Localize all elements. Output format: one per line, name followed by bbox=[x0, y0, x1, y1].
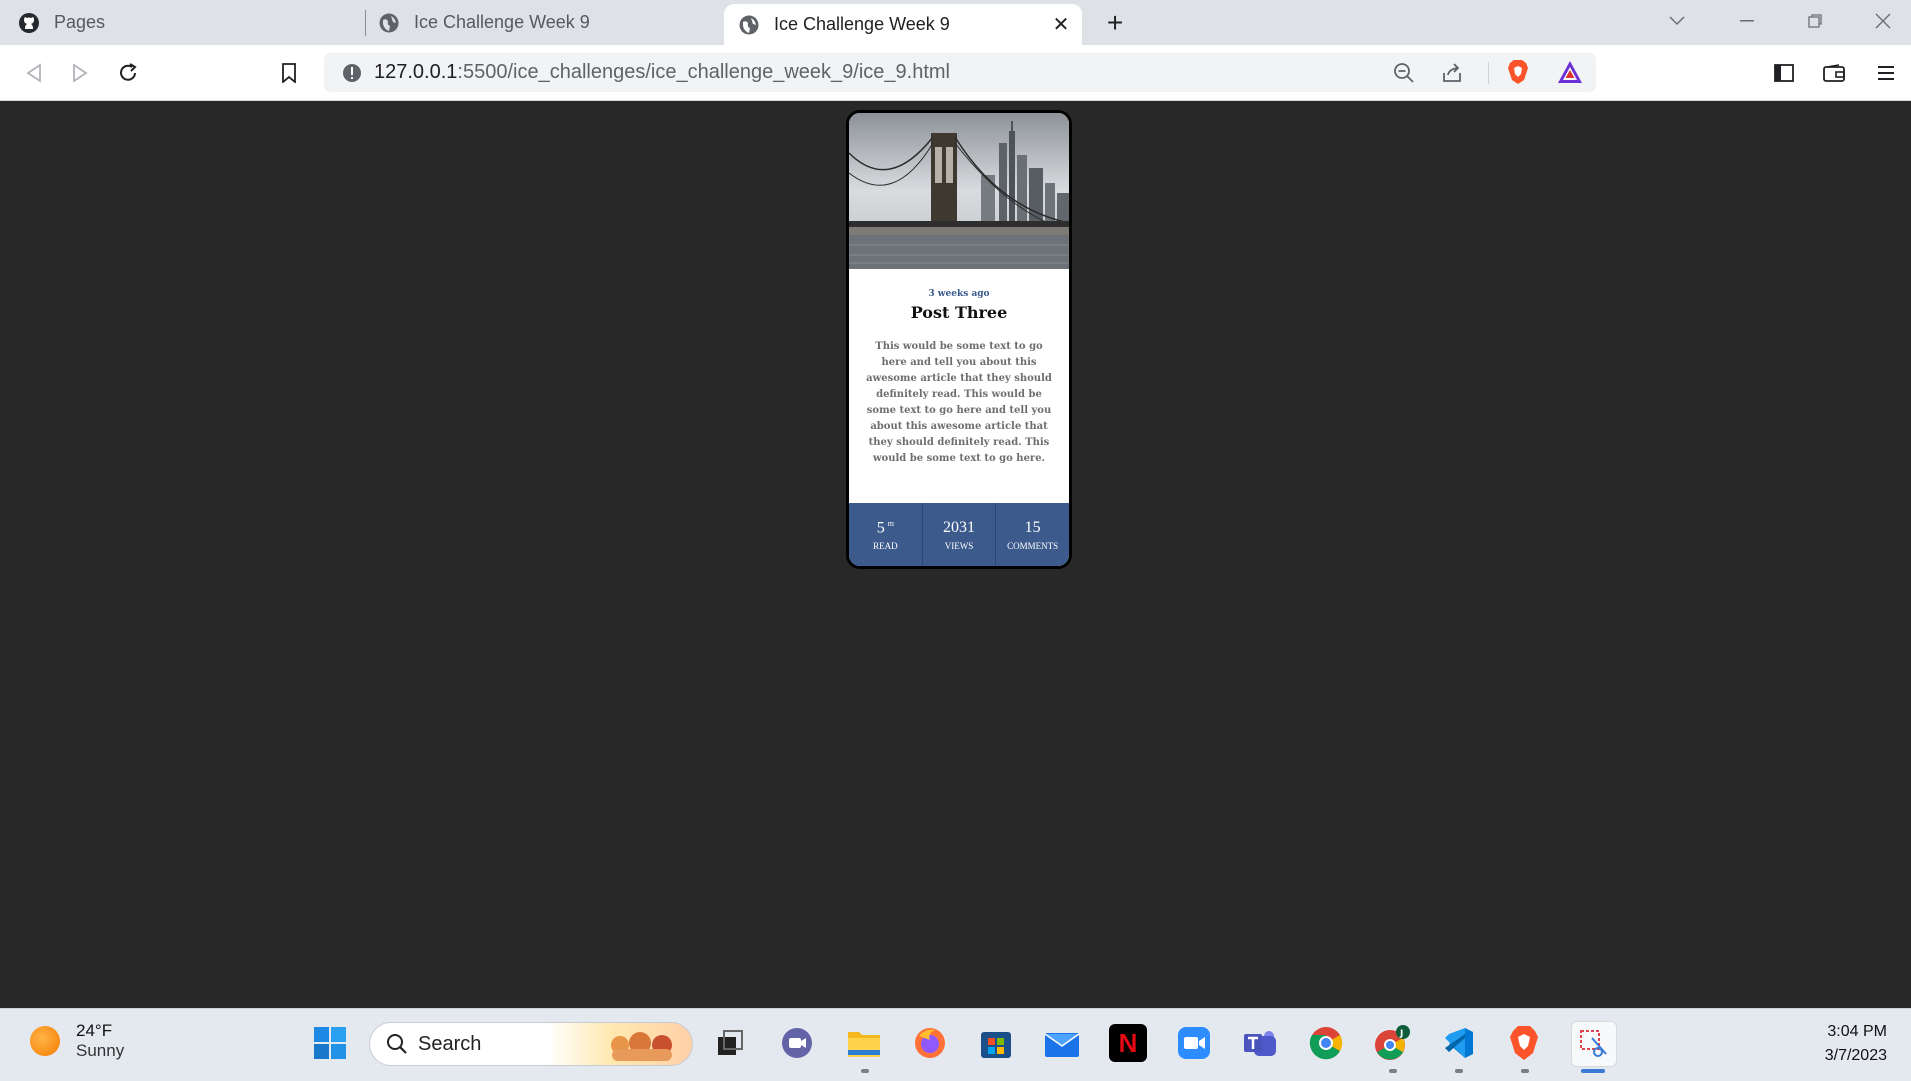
search-highlight-icon bbox=[606, 1027, 686, 1063]
firefox-icon[interactable] bbox=[911, 1024, 949, 1062]
back-icon[interactable] bbox=[18, 57, 50, 89]
bridge-photo bbox=[849, 113, 1069, 269]
post-description: This would be some text to go here and t… bbox=[866, 341, 1052, 464]
brave-icon[interactable] bbox=[1505, 1024, 1543, 1062]
github-icon bbox=[18, 12, 40, 34]
chrome-profile-icon[interactable]: J bbox=[1373, 1024, 1411, 1062]
tab-label: Ice Challenge Week 9 bbox=[774, 14, 950, 34]
stat-read: 5m READ bbox=[849, 503, 923, 566]
close-window-icon[interactable] bbox=[1866, 6, 1900, 36]
post-stats: 5m READ 2031 VIEWS 15 COMMENTS bbox=[849, 503, 1069, 566]
page-viewport: 3 weeks ago Post Three This would be som… bbox=[0, 101, 1911, 1008]
stat-value: 15 bbox=[1024, 519, 1041, 536]
running-indicator bbox=[861, 1069, 869, 1073]
tab-label: Pages bbox=[54, 12, 106, 32]
netflix-icon[interactable]: N bbox=[1109, 1024, 1147, 1062]
post-content: 3 weeks ago Post Three This would be som… bbox=[849, 269, 1069, 467]
bookmark-icon[interactable] bbox=[273, 57, 305, 89]
tab-search-chevron-icon[interactable] bbox=[1660, 6, 1694, 36]
share-icon[interactable] bbox=[1436, 57, 1468, 89]
system-clock[interactable]: 3:04 PM 3/7/2023 bbox=[1825, 1020, 1887, 1068]
address-bar[interactable]: 127.0.0.1:5500/ice_challenges/ice_challe… bbox=[324, 53, 1596, 92]
sun-icon bbox=[30, 1026, 60, 1056]
taskbar-search[interactable]: Search bbox=[369, 1022, 693, 1066]
ms-store-icon[interactable] bbox=[977, 1024, 1015, 1062]
url-text: 127.0.0.1:5500/ice_challenges/ice_challe… bbox=[374, 61, 950, 83]
tab-pages[interactable]: Pages bbox=[18, 0, 358, 45]
minimize-icon[interactable] bbox=[1730, 6, 1764, 36]
stat-views: 2031 VIEWS bbox=[923, 503, 997, 566]
menu-icon[interactable] bbox=[1870, 57, 1902, 89]
running-indicator bbox=[1455, 1069, 1463, 1073]
file-explorer-icon[interactable] bbox=[845, 1024, 883, 1062]
post-card: 3 weeks ago Post Three This would be som… bbox=[846, 110, 1072, 569]
stat-label: READ bbox=[873, 541, 898, 552]
weather-temp: 24°F bbox=[76, 1021, 113, 1040]
reload-icon[interactable] bbox=[112, 57, 144, 89]
globe-icon bbox=[378, 12, 400, 34]
windows-start-icon[interactable] bbox=[311, 1024, 349, 1062]
mail-icon[interactable] bbox=[1043, 1024, 1081, 1062]
teams-icon[interactable] bbox=[1241, 1024, 1279, 1062]
tab-divider bbox=[365, 10, 366, 36]
running-indicator bbox=[1521, 1069, 1529, 1073]
snipping-tool-icon[interactable] bbox=[1571, 1021, 1617, 1067]
running-indicator bbox=[1389, 1069, 1397, 1073]
task-view-icon[interactable] bbox=[711, 1024, 749, 1062]
chrome-icon[interactable] bbox=[1307, 1024, 1345, 1062]
svg-text:J: J bbox=[1399, 1029, 1403, 1039]
weather-widget[interactable]: 24°F Sunny bbox=[30, 1021, 124, 1061]
zoom-icon[interactable] bbox=[1388, 57, 1420, 89]
stat-value: 5m bbox=[876, 519, 894, 537]
brave-rewards-icon[interactable] bbox=[1554, 56, 1586, 88]
teams-chat-icon[interactable] bbox=[778, 1024, 816, 1062]
sidebar-icon[interactable] bbox=[1768, 57, 1800, 89]
weather-condition: Sunny bbox=[76, 1041, 125, 1060]
stat-label: COMMENTS bbox=[1007, 541, 1059, 551]
taskbar: 24°F Sunny Search N J 3:04 PM 3/7/2023 bbox=[0, 1008, 1911, 1081]
wallet-icon[interactable] bbox=[1818, 57, 1850, 89]
zoom-app-icon[interactable] bbox=[1175, 1024, 1213, 1062]
stat-comments: 15 COMMENTS bbox=[996, 503, 1069, 566]
new-tab-icon[interactable]: + bbox=[1100, 7, 1130, 38]
tab-label: Ice Challenge Week 9 bbox=[414, 12, 590, 32]
post-date: 3 weeks ago bbox=[928, 289, 990, 299]
stat-label: VIEWS bbox=[944, 541, 974, 551]
clock-time: 3:04 PM bbox=[1827, 1023, 1887, 1040]
close-tab-icon[interactable]: ✕ bbox=[1050, 13, 1072, 36]
post-title[interactable]: Post Three bbox=[849, 303, 1069, 322]
site-info-icon[interactable] bbox=[336, 57, 368, 89]
stat-value: 2031 bbox=[943, 519, 975, 536]
restore-icon[interactable] bbox=[1798, 6, 1832, 36]
active-indicator bbox=[1581, 1069, 1605, 1073]
forward-icon[interactable] bbox=[64, 57, 96, 89]
clock-date: 3/7/2023 bbox=[1824, 1047, 1887, 1064]
toolbar-divider bbox=[1488, 62, 1489, 84]
browser-toolbar: 127.0.0.1:5500/ice_challenges/ice_challe… bbox=[0, 45, 1911, 101]
vscode-icon[interactable] bbox=[1439, 1024, 1477, 1062]
tab-strip: Pages Ice Challenge Week 9 Ice Challenge… bbox=[0, 0, 1911, 45]
search-label: Search bbox=[418, 1032, 482, 1055]
tab-ice-challenge-1[interactable]: Ice Challenge Week 9 bbox=[378, 0, 718, 45]
tab-ice-challenge-active[interactable]: Ice Challenge Week 9 ✕ bbox=[724, 4, 1082, 45]
globe-icon bbox=[738, 14, 760, 36]
search-icon bbox=[386, 1033, 408, 1055]
brave-shields-icon[interactable] bbox=[1502, 56, 1534, 88]
